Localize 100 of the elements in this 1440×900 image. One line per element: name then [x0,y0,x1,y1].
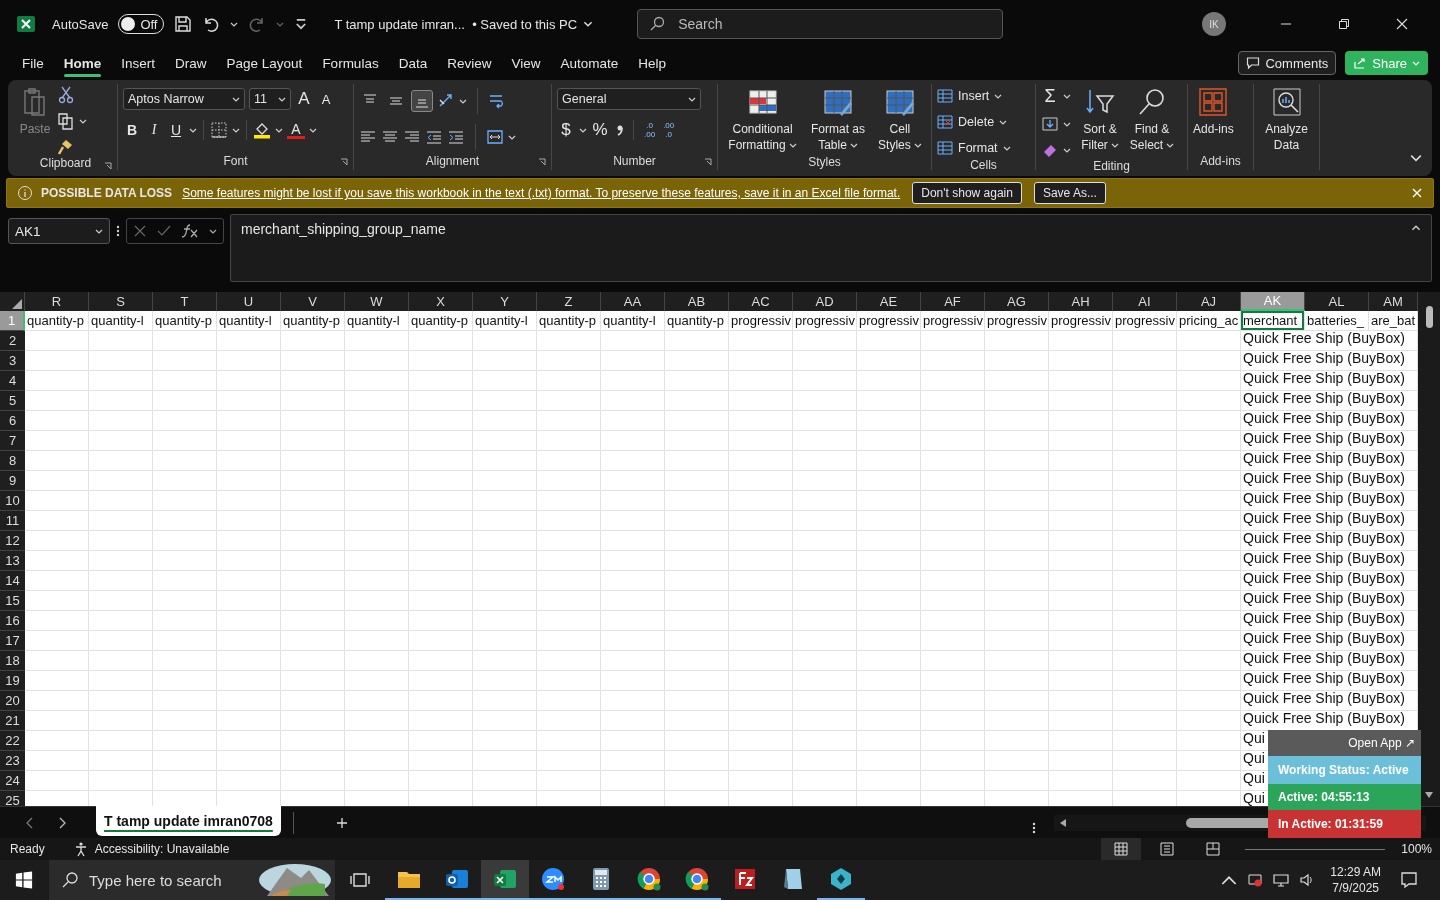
column-header[interactable]: U [217,292,281,311]
restore-icon[interactable] [1338,18,1350,30]
row-header[interactable]: 13 [0,551,25,571]
clock-time[interactable]: 12:29 AM [1330,864,1381,880]
collapse-icon[interactable] [1411,225,1421,231]
add-ins-button[interactable]: Add-ins [1193,84,1234,137]
column-header[interactable]: V [281,292,345,311]
row-header[interactable]: 20 [0,691,25,711]
currency-button[interactable]: $ [557,120,575,140]
font-color-button[interactable]: A [287,121,305,139]
row-header[interactable]: 18 [0,651,25,671]
scroll-down-icon[interactable] [1424,790,1434,800]
column-header[interactable]: W [345,292,409,311]
styles-button[interactable]: Conditional Formatting [723,84,803,153]
styles-button[interactable]: Format as Table [808,84,868,153]
column-header[interactable]: AD [793,292,857,311]
decrease-decimal-button[interactable]: .00 .0 [663,121,675,139]
shrink-font-button[interactable]: A [317,91,335,107]
insert-function-icon[interactable] [181,223,199,239]
column-header[interactable]: AA [601,292,665,311]
column-header[interactable]: AL [1305,292,1369,311]
notification-icon[interactable] [1400,871,1418,889]
column-header[interactable]: AM [1369,292,1418,311]
message-button[interactable]: Save As... [1033,182,1106,204]
italic-button[interactable]: I [145,122,163,138]
row-header[interactable]: 5 [0,391,25,411]
column-header[interactable]: AE [857,292,921,311]
column-header[interactable]: AF [921,292,985,311]
customize-icon[interactable] [294,17,309,31]
row-header[interactable]: 25 [0,791,25,806]
check-icon[interactable] [157,224,171,238]
menu-tab[interactable]: Insert [111,51,166,75]
column-header[interactable]: R [25,292,89,311]
scissors-icon[interactable] [57,86,75,104]
find-select-button[interactable]: Find & Select [1129,84,1175,153]
select-all-icon[interactable] [12,299,22,309]
search-field[interactable]: Search [637,9,1004,39]
number-format-dropdown[interactable]: General [557,88,701,110]
row-header[interactable]: 6 [0,411,25,431]
collapse-ribbon-icon[interactable] [1410,154,1422,162]
clock-date[interactable]: 7/9/2025 [1332,880,1379,896]
menu-tab[interactable]: Formulas [312,51,389,75]
menu-tab[interactable]: Automate [550,51,629,75]
row-header[interactable]: 14 [0,571,25,591]
column-header[interactable]: S [89,292,153,311]
dialog-launcher-icon[interactable] [538,158,546,166]
name-box[interactable]: AK1 [8,218,110,244]
format-painter-icon[interactable] [57,138,75,156]
row-header[interactable]: 4 [0,371,25,391]
menu-tab[interactable]: View [501,51,551,75]
underline-button[interactable]: U [167,122,185,138]
view-button[interactable] [1101,838,1142,860]
fill-color-icon[interactable] [253,121,271,139]
scrollbar-thumb[interactable] [1425,306,1433,328]
column-header[interactable]: Z [537,292,601,311]
formula-field[interactable]: merchant_shipping_group_name [230,214,1432,282]
row-header[interactable]: 19 [0,671,25,691]
menu-tab[interactable]: Help [628,51,677,75]
network-icon[interactable] [1273,872,1290,888]
menu-tab[interactable]: Page Layout [216,51,313,75]
grow-font-button[interactable]: A [295,89,313,109]
sheet-tab[interactable]: T tamp update imran0708 [96,805,281,836]
dialog-launcher-icon[interactable] [340,158,348,166]
percent-button[interactable]: % [591,120,609,140]
row-header[interactable]: 7 [0,431,25,451]
row-header[interactable]: 12 [0,531,25,551]
row-header[interactable]: 10 [0,491,25,511]
column-header[interactable]: AH [1049,292,1113,311]
row-header[interactable]: 23 [0,751,25,771]
shield-icon[interactable] [1247,872,1264,888]
cells-button[interactable]: Format [937,138,1011,158]
add-sheet-icon[interactable] [335,816,348,829]
menu-tab[interactable]: File [12,51,54,75]
scroll-left-icon[interactable] [1058,817,1068,828]
dialog-launcher-icon[interactable] [104,162,112,170]
column-header[interactable]: AG [985,292,1049,311]
row-header[interactable]: 16 [0,611,25,631]
menu-tab[interactable]: Review [437,51,502,75]
close-icon[interactable] [1396,18,1408,30]
row-header[interactable]: 24 [0,771,25,791]
column-header[interactable]: AJ [1177,292,1241,311]
cells-button[interactable]: Insert [937,86,1003,106]
message-link[interactable]: Some features might be lost if you save this workbook in the text (.txt) format. To preserve these features, save it in an Excel file format. [182,186,901,200]
decrease-indent-icon[interactable] [425,128,443,146]
column-header[interactable]: X [409,292,473,311]
undo-icon[interactable] [202,15,221,33]
caret-icon[interactable] [209,228,217,234]
autosum-button[interactable]: Σ [1041,86,1059,107]
more-icon[interactable] [1032,820,1036,835]
wrap-text-icon[interactable] [488,92,506,110]
column-header[interactable]: AB [665,292,729,311]
message-button[interactable]: Don't show again [912,182,1022,204]
cells-button[interactable]: Delete [937,112,1008,132]
open-app-toast[interactable]: Open App ↗ [1268,730,1421,756]
save-icon[interactable] [174,15,193,33]
menu-tab[interactable]: Home [53,51,112,75]
row-header[interactable]: 3 [0,351,25,371]
fill-down-icon[interactable] [1041,115,1059,133]
increase-indent-icon[interactable] [447,128,465,146]
copy-icon[interactable] [57,112,75,130]
